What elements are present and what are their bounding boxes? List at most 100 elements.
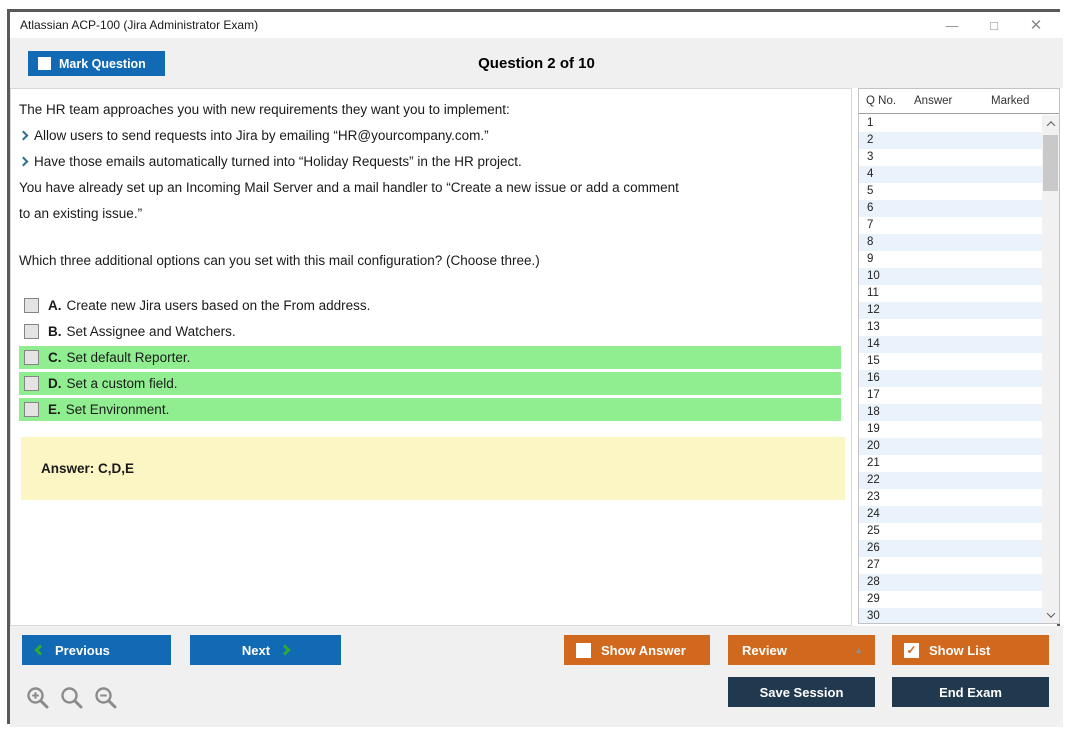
question-list-row[interactable]: 22 [859,472,1042,489]
question-list-row[interactable]: 28 [859,574,1042,591]
question-list-row[interactable]: 30 [859,608,1042,623]
question-number-cell: 21 [867,457,880,469]
option-checkbox[interactable] [24,402,39,417]
question-number-cell: 24 [867,508,880,520]
chevron-right-icon [279,644,290,655]
save-session-button[interactable]: Save Session [728,677,875,707]
column-header-qno: Q No. [859,95,914,107]
zoom-out-button[interactable] [92,684,120,712]
question-list-row[interactable]: 20 [859,438,1042,455]
option-letter: A. [48,298,62,313]
question-number-cell: 13 [867,321,880,333]
check-icon: ✓ [906,644,916,656]
minimize-button[interactable]: — [931,12,973,38]
zoom-in-button[interactable] [24,684,52,712]
option-checkbox[interactable] [24,298,39,313]
question-number-cell: 26 [867,542,880,554]
option-letter: B. [48,324,62,339]
question-prompt: Which three additional options can you s… [19,248,841,274]
option-checkbox[interactable] [24,376,39,391]
question-list-row[interactable]: 15 [859,353,1042,370]
previous-button[interactable]: Previous [22,635,171,665]
question-list-row[interactable]: 6 [859,200,1042,217]
question-list-row[interactable]: 16 [859,370,1042,387]
question-list-row[interactable]: 10 [859,268,1042,285]
title-bar: Atlassian ACP-100 (Jira Administrator Ex… [10,12,1063,38]
question-list-row[interactable]: 29 [859,591,1042,608]
question-list-row[interactable]: 7 [859,217,1042,234]
question-paragraph-line-1: You have already set up an Incoming Mail… [19,175,841,201]
scroll-down-button[interactable] [1042,606,1059,623]
question-bullet-2: Have those emails automatically turned i… [19,149,841,175]
question-paragraph-line-2: to an existing issue.” [19,201,841,227]
show-list-button[interactable]: ✓ Show List [892,635,1049,665]
question-list-row[interactable]: 13 [859,319,1042,336]
question-list-row[interactable]: 25 [859,523,1042,540]
question-list-row[interactable]: 26 [859,540,1042,557]
option-checkbox[interactable] [24,350,39,365]
question-number-cell: 19 [867,423,880,435]
scrollbar-thumb[interactable] [1043,135,1058,191]
question-list-row[interactable]: 21 [859,455,1042,472]
question-list-row[interactable]: 24 [859,506,1042,523]
question-number-cell: 27 [867,559,880,571]
question-list-row[interactable]: 2 [859,132,1042,149]
option-text: Set default Reporter. [67,350,191,365]
option-row[interactable]: E.Set Environment. [19,398,841,421]
maximize-button[interactable]: □ [973,12,1015,38]
zoom-normal-button[interactable] [58,684,86,712]
toolbar: Mark Question Question 2 of 10 [10,38,1063,88]
zoom-out-magnifier-icon [93,685,119,711]
show-answer-button[interactable]: Show Answer [564,635,710,665]
question-number-cell: 12 [867,304,880,316]
close-button[interactable]: ✕ [1015,12,1057,38]
option-row[interactable]: A.Create new Jira users based on the Fro… [19,294,841,317]
question-list-row[interactable]: 17 [859,387,1042,404]
question-list-row[interactable]: 11 [859,285,1042,302]
question-number-cell: 14 [867,338,880,350]
question-list-row[interactable]: 27 [859,557,1042,574]
question-list-row[interactable]: 23 [859,489,1042,506]
question-number-cell: 20 [867,440,880,452]
answer-box: Answer: C,D,E [21,437,845,500]
question-list-row[interactable]: 5 [859,183,1042,200]
chevron-down-icon [1046,609,1054,617]
question-list-row[interactable]: 19 [859,421,1042,438]
chevron-left-icon [34,644,45,655]
footer: Previous Next Show Answer Review ▲ ✓ Sho… [10,626,1063,727]
question-list-row[interactable]: 14 [859,336,1042,353]
bullet-text: Allow users to send requests into Jira b… [34,128,489,143]
show-list-label: Show List [929,643,990,658]
option-row[interactable]: D.Set a custom field. [19,372,841,395]
question-number-cell: 5 [867,185,873,197]
next-label: Next [242,643,270,658]
question-list-panel: Q No. Answer Marked 12345678910111213141… [858,88,1060,624]
question-number-cell: 10 [867,270,880,282]
zoom-toolbar [24,684,120,712]
question-number-cell: 8 [867,236,873,248]
question-list-scrollbar[interactable] [1042,115,1059,623]
option-checkbox[interactable] [24,324,39,339]
question-list-row[interactable]: 1 [859,115,1042,132]
question-list-row[interactable]: 18 [859,404,1042,421]
scroll-up-button[interactable] [1042,115,1059,132]
option-row[interactable]: B.Set Assignee and Watchers. [19,320,841,343]
question-list: 1234567891011121314151617181920212223242… [859,115,1042,623]
question-number-cell: 28 [867,576,880,588]
question-list-row[interactable]: 12 [859,302,1042,319]
question-number-cell: 3 [867,151,873,163]
option-row[interactable]: C.Set default Reporter. [19,346,841,369]
question-bullet-1: Allow users to send requests into Jira b… [19,123,841,149]
question-list-row[interactable]: 4 [859,166,1042,183]
options-list: A.Create new Jira users based on the Fro… [19,294,841,421]
question-list-row[interactable]: 3 [859,149,1042,166]
end-exam-button[interactable]: End Exam [892,677,1049,707]
next-button[interactable]: Next [190,635,341,665]
question-list-row[interactable]: 8 [859,234,1042,251]
bullet-chevron-icon [19,157,29,167]
option-letter: E. [48,402,61,417]
question-number-cell: 7 [867,219,873,231]
bullet-text: Have those emails automatically turned i… [34,154,522,169]
review-button[interactable]: Review ▲ [728,635,875,665]
question-list-row[interactable]: 9 [859,251,1042,268]
